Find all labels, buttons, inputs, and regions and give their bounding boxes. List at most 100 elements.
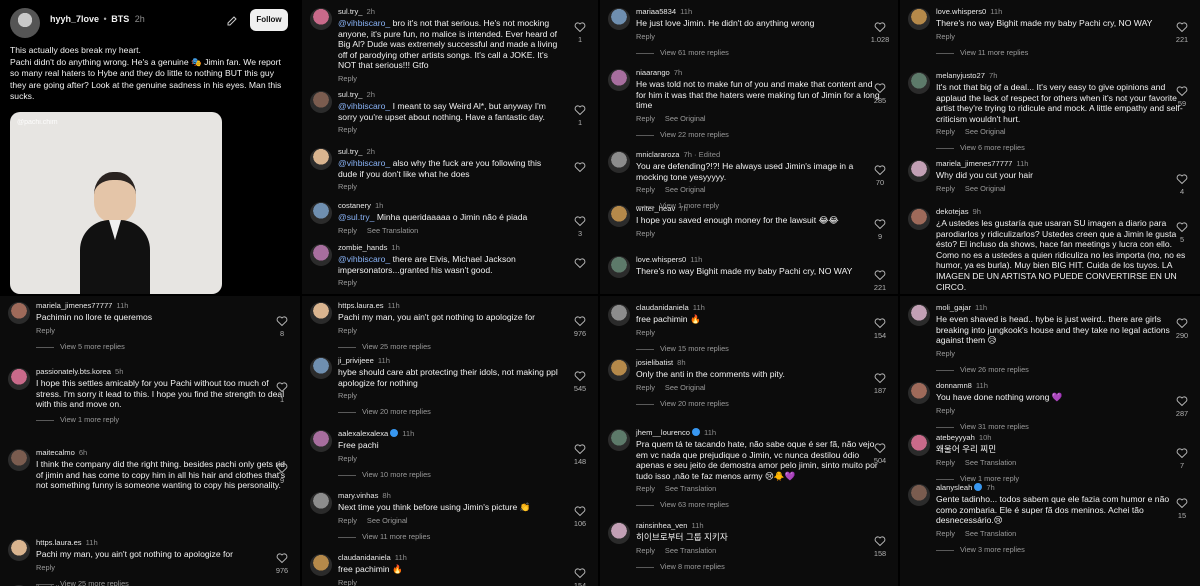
comment-username[interactable]: mary.vinhas xyxy=(338,491,378,500)
view-more-replies-button[interactable]: View 6 more replies xyxy=(936,143,1025,152)
like-heart-icon[interactable] xyxy=(276,551,288,564)
like-heart-icon[interactable] xyxy=(1176,84,1188,97)
comment-username[interactable]: maitecalmo xyxy=(36,448,75,457)
view-more-replies-button[interactable]: View 26 more replies xyxy=(936,365,1029,374)
user-avatar[interactable] xyxy=(310,554,332,576)
comment-username[interactable]: sul.try_ xyxy=(338,90,362,99)
user-avatar[interactable] xyxy=(608,8,630,30)
view-more-replies-button[interactable]: View 1 more reply xyxy=(36,415,119,424)
post-tag[interactable]: BTS xyxy=(111,14,129,24)
post-video[interactable]: @pachi.chim xyxy=(10,112,222,294)
post-username[interactable]: hyyh_7love xyxy=(50,14,99,24)
like-heart-icon[interactable] xyxy=(574,504,586,517)
user-avatar[interactable] xyxy=(310,8,332,30)
comment-username[interactable]: moli_gajar xyxy=(936,303,971,312)
reply-button[interactable]: Reply xyxy=(636,229,655,238)
mention-link[interactable]: @sul.try_ xyxy=(338,212,374,222)
view-more-replies-button[interactable]: View 8 more replies xyxy=(636,562,725,571)
user-avatar[interactable] xyxy=(608,429,630,451)
comment-username[interactable]: alanysleah xyxy=(936,483,972,492)
reply-button[interactable]: Reply xyxy=(636,185,655,194)
reply-button[interactable]: Reply xyxy=(338,454,357,463)
user-avatar[interactable] xyxy=(310,302,332,324)
reply-button[interactable]: Reply xyxy=(936,32,955,41)
comment-username[interactable]: niaarango xyxy=(636,68,670,77)
user-avatar[interactable] xyxy=(8,302,30,324)
view-more-replies-button[interactable]: View 11 more replies xyxy=(936,48,1028,57)
reply-button[interactable]: Reply xyxy=(636,546,655,555)
comment-username[interactable]: passionately.bts.korea xyxy=(36,367,111,376)
reply-button[interactable]: Reply xyxy=(936,184,955,193)
reply-button[interactable]: Reply xyxy=(636,32,655,41)
user-avatar[interactable] xyxy=(608,304,630,326)
comment-username[interactable]: love.whispers0 xyxy=(636,255,686,264)
view-more-replies-button[interactable]: View 15 more replies xyxy=(636,344,729,353)
comment-username[interactable]: claudanidaniela xyxy=(338,553,391,562)
user-avatar[interactable] xyxy=(908,8,930,30)
mention-link[interactable]: @vihbiscaro_ xyxy=(338,254,390,264)
mention-link[interactable]: @vihbiscaro_ xyxy=(338,158,390,168)
comment-username[interactable]: atebeyyyah xyxy=(936,433,975,442)
user-avatar[interactable] xyxy=(608,205,630,227)
reply-button[interactable]: Reply xyxy=(636,328,655,337)
user-avatar[interactable] xyxy=(310,430,332,452)
see-original-button[interactable]: See Original xyxy=(665,383,706,392)
comment-username[interactable]: zombie_hands xyxy=(338,243,387,252)
view-more-replies-button[interactable]: View 5 more replies xyxy=(36,342,125,351)
like-heart-icon[interactable] xyxy=(874,217,886,230)
view-more-replies-button[interactable]: View 61 more replies xyxy=(636,48,729,57)
view-more-replies-button[interactable]: View 20 more replies xyxy=(636,399,729,408)
like-heart-icon[interactable] xyxy=(276,314,288,327)
user-avatar[interactable] xyxy=(8,449,30,471)
comment-username[interactable]: rainsinhea_ven xyxy=(636,521,688,530)
like-heart-icon[interactable] xyxy=(1176,446,1188,459)
comment-username[interactable]: josielibatist xyxy=(636,358,673,367)
like-heart-icon[interactable] xyxy=(574,103,586,116)
like-heart-icon[interactable] xyxy=(574,256,586,269)
comment-username[interactable]: aalexalexalexa xyxy=(338,429,388,438)
reply-button[interactable]: Reply xyxy=(338,125,357,134)
view-more-replies-button[interactable]: View 22 more replies xyxy=(636,130,729,139)
like-heart-icon[interactable] xyxy=(574,369,586,382)
user-avatar[interactable] xyxy=(608,151,630,173)
user-avatar[interactable] xyxy=(310,492,332,514)
reply-button[interactable]: Reply xyxy=(936,349,955,358)
reply-button[interactable]: Reply xyxy=(338,278,357,287)
user-avatar[interactable] xyxy=(908,434,930,456)
user-avatar[interactable] xyxy=(908,160,930,182)
like-heart-icon[interactable] xyxy=(574,442,586,455)
reply-button[interactable]: Reply xyxy=(338,391,357,400)
follow-button[interactable]: Follow xyxy=(250,9,288,31)
mention-link[interactable]: @vihbiscaro_ xyxy=(338,18,390,28)
like-heart-icon[interactable] xyxy=(874,163,886,176)
like-heart-icon[interactable] xyxy=(1176,20,1188,33)
see-translation-button[interactable]: See Translation xyxy=(965,458,1016,467)
reply-button[interactable]: Reply xyxy=(636,484,655,493)
view-more-replies-button[interactable]: View 31 more replies xyxy=(936,422,1029,431)
like-heart-icon[interactable] xyxy=(874,441,886,454)
comment-username[interactable]: writer_heav xyxy=(636,204,675,213)
user-avatar[interactable] xyxy=(608,256,630,278)
view-more-replies-button[interactable]: View 25 more replies xyxy=(338,342,431,351)
comment-username[interactable]: costanery xyxy=(338,201,371,210)
like-heart-icon[interactable] xyxy=(1176,496,1188,509)
comment-username[interactable]: mariela_jimenes77777 xyxy=(936,159,1012,168)
reply-button[interactable]: Reply xyxy=(338,578,357,586)
comment-username[interactable]: sul.try_ xyxy=(338,7,362,16)
view-more-replies-button[interactable]: View 3 more replies xyxy=(936,545,1025,554)
user-avatar[interactable] xyxy=(310,148,332,170)
user-avatar[interactable] xyxy=(310,91,332,113)
user-avatar[interactable] xyxy=(608,522,630,544)
view-more-replies-button[interactable]: View 63 more replies xyxy=(636,500,729,509)
see-translation-button[interactable]: See Translation xyxy=(367,226,418,235)
like-heart-icon[interactable] xyxy=(276,461,288,474)
see-original-button[interactable]: See Original xyxy=(965,127,1006,136)
reply-button[interactable]: Reply xyxy=(338,516,357,525)
comment-username[interactable]: mniclararoza xyxy=(636,150,679,159)
reply-button[interactable]: Reply xyxy=(338,182,357,191)
view-more-replies-button[interactable]: View 11 more replies xyxy=(338,532,430,541)
reply-button[interactable]: Reply xyxy=(936,529,955,538)
reply-button[interactable]: Reply xyxy=(936,127,955,136)
see-original-button[interactable]: See Original xyxy=(367,516,408,525)
user-avatar[interactable] xyxy=(310,244,332,266)
